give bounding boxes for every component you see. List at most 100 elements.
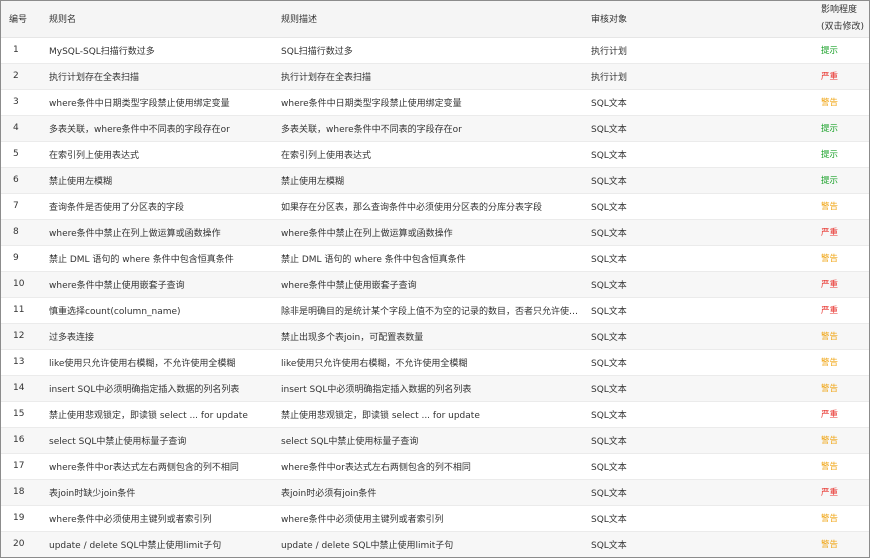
- table-row[interactable]: 5 在索引列上使用表达式 在索引列上使用表达式 SQL文本 提示: [1, 141, 869, 168]
- rule-impact-cell[interactable]: 提示: [813, 37, 869, 64]
- rule-target-cell: SQL文本: [583, 271, 813, 298]
- table-row[interactable]: 18 表join时缺少join条件 表join时必须有join条件 SQL文本 严重: [1, 479, 869, 506]
- rule-impact-cell[interactable]: 提示: [813, 115, 869, 142]
- rule-impact-cell[interactable]: 严重: [813, 401, 869, 428]
- table-row[interactable]: 3 where条件中日期类型字段禁止使用绑定变量 where条件中日期类型字段禁止使…: [1, 89, 869, 116]
- rule-target-cell: SQL文本: [583, 427, 813, 454]
- rule-desc-cell: 禁止使用悲观锁定，即读锁 select ... for update: [273, 401, 583, 428]
- rule-impact-cell[interactable]: 警告: [813, 245, 869, 272]
- rule-impact-cell[interactable]: 警告: [813, 531, 869, 557]
- table-row[interactable]: 9 禁止 DML 语句的 where 条件中包含恒真条件 禁止 DML 语句的 wh…: [1, 245, 869, 272]
- rule-impact-cell[interactable]: 警告: [813, 89, 869, 116]
- rule-impact-cell[interactable]: 提示: [813, 141, 869, 168]
- table-row[interactable]: 15 禁止使用悲观锁定，即读锁 select ... for update 禁止使用…: [1, 401, 869, 428]
- table-row[interactable]: 17 where条件中or表达式左右两侧包含的列不相同 where条件中or表达式左…: [1, 453, 869, 480]
- rule-impact-cell[interactable]: 警告: [813, 453, 869, 480]
- column-header-id[interactable]: 编号: [1, 1, 41, 38]
- rule-target-cell: SQL文本: [583, 323, 813, 350]
- rule-impact-cell[interactable]: 警告: [813, 193, 869, 220]
- impact-header-line2: (双击修改): [821, 21, 865, 32]
- rule-id-cell: 4: [1, 115, 41, 142]
- table-row[interactable]: 16 select SQL中禁止使用标量子查询 select SQL中禁止使用标量子…: [1, 427, 869, 454]
- rule-desc-cell: 禁止 DML 语句的 where 条件中包含恒真条件: [273, 245, 583, 272]
- table-row[interactable]: 20 update / delete SQL中禁止使用limit子句 update …: [1, 531, 869, 557]
- rule-name-cell: update / delete SQL中禁止使用limit子句: [41, 531, 273, 557]
- rule-desc-cell: where条件中or表达式左右两侧包含的列不相同: [273, 453, 583, 480]
- rule-name-cell: select SQL中禁止使用标量子查询: [41, 427, 273, 454]
- table-row[interactable]: 11 慎重选择count(column_name) 除非是明确目的是统计某个字段上值…: [1, 297, 869, 324]
- rule-desc-cell: insert SQL中必须明确指定插入数据的列名列表: [273, 375, 583, 402]
- rule-id-cell: 2: [1, 63, 41, 90]
- column-header-desc[interactable]: 规则描述: [273, 1, 583, 38]
- rule-impact-cell[interactable]: 严重: [813, 271, 869, 298]
- column-header-impact[interactable]: 影响程度 (双击修改): [813, 1, 869, 38]
- rule-id-cell: 6: [1, 167, 41, 194]
- rule-id-cell: 9: [1, 245, 41, 272]
- column-header-name[interactable]: 规则名: [41, 1, 273, 38]
- rule-desc-cell: 除非是明确目的是统计某个字段上值不为空的记录的数目，否者只允许使用 c...: [273, 297, 583, 324]
- table-row[interactable]: 4 多表关联，where条件中不同表的字段存在or 多表关联，where条件中不同表…: [1, 115, 869, 142]
- rule-impact-cell[interactable]: 严重: [813, 219, 869, 246]
- rule-impact-cell[interactable]: 严重: [813, 479, 869, 506]
- rule-desc-cell: where条件中禁止在列上做运算或函数操作: [273, 219, 583, 246]
- rule-id-cell: 18: [1, 479, 41, 506]
- rule-id-cell: 5: [1, 141, 41, 168]
- rule-target-cell: SQL文本: [583, 297, 813, 324]
- rule-target-cell: SQL文本: [583, 505, 813, 532]
- rule-desc-cell: 禁止使用左模糊: [273, 167, 583, 194]
- rule-desc-cell: SQL扫描行数过多: [273, 37, 583, 64]
- rule-name-cell: where条件中禁止在列上做运算或函数操作: [41, 219, 273, 246]
- column-header-target[interactable]: 审核对象: [583, 1, 813, 38]
- rule-name-cell: 过多表连接: [41, 323, 273, 350]
- rules-table-panel: 编号 规则名 规则描述 审核对象 影响程度 (双击修改) 1 MySQL-SQL扫…: [0, 0, 870, 558]
- rule-name-cell: where条件中日期类型字段禁止使用绑定变量: [41, 89, 273, 116]
- rule-target-cell: SQL文本: [583, 245, 813, 272]
- table-row[interactable]: 10 where条件中禁止使用嵌套子查询 where条件中禁止使用嵌套子查询 SQL文…: [1, 271, 869, 298]
- rule-desc-cell: 如果存在分区表，那么查询条件中必须使用分区表的分库分表字段: [273, 193, 583, 220]
- table-row[interactable]: 1 MySQL-SQL扫描行数过多 SQL扫描行数过多 执行计划 提示: [1, 37, 869, 64]
- rule-desc-cell: 多表关联，where条件中不同表的字段存在or: [273, 115, 583, 142]
- rule-target-cell: SQL文本: [583, 453, 813, 480]
- table-row[interactable]: 14 insert SQL中必须明确指定插入数据的列名列表 insert SQL中必…: [1, 375, 869, 402]
- table-row[interactable]: 6 禁止使用左模糊 禁止使用左模糊 SQL文本 提示: [1, 167, 869, 194]
- table-row[interactable]: 7 查询条件是否使用了分区表的字段 如果存在分区表，那么查询条件中必须使用分区表的分…: [1, 193, 869, 220]
- rule-target-cell: SQL文本: [583, 401, 813, 428]
- rule-id-cell: 14: [1, 375, 41, 402]
- rule-name-cell: insert SQL中必须明确指定插入数据的列名列表: [41, 375, 273, 402]
- impact-header-line1: 影响程度: [821, 4, 858, 15]
- rule-name-cell: where条件中or表达式左右两侧包含的列不相同: [41, 453, 273, 480]
- table-row[interactable]: 19 where条件中必须使用主键列或者索引列 where条件中必须使用主键列或者索…: [1, 505, 869, 532]
- rule-desc-cell: update / delete SQL中禁止使用limit子句: [273, 531, 583, 557]
- rule-impact-cell[interactable]: 警告: [813, 375, 869, 402]
- rule-impact-cell[interactable]: 警告: [813, 427, 869, 454]
- rule-target-cell: SQL文本: [583, 89, 813, 116]
- table-row[interactable]: 13 like使用只允许使用右模糊，不允许使用全模糊 like使用只允许使用右模糊，…: [1, 349, 869, 376]
- rule-target-cell: 执行计划: [583, 37, 813, 64]
- table-body: 1 MySQL-SQL扫描行数过多 SQL扫描行数过多 执行计划 提示 2 执行计划存在全表…: [1, 37, 869, 557]
- rule-impact-cell[interactable]: 严重: [813, 297, 869, 324]
- rule-impact-cell[interactable]: 警告: [813, 323, 869, 350]
- rule-target-cell: SQL文本: [583, 531, 813, 557]
- rule-name-cell: where条件中必须使用主键列或者索引列: [41, 505, 273, 532]
- rule-desc-cell: 表join时必须有join条件: [273, 479, 583, 506]
- rule-id-cell: 19: [1, 505, 41, 532]
- rule-desc-cell: where条件中必须使用主键列或者索引列: [273, 505, 583, 532]
- table-row[interactable]: 8 where条件中禁止在列上做运算或函数操作 where条件中禁止在列上做运算或函…: [1, 219, 869, 246]
- rule-target-cell: SQL文本: [583, 349, 813, 376]
- rule-impact-cell[interactable]: 严重: [813, 63, 869, 90]
- rule-impact-cell[interactable]: 警告: [813, 349, 869, 376]
- rule-name-cell: 慎重选择count(column_name): [41, 297, 273, 324]
- rule-desc-cell: where条件中日期类型字段禁止使用绑定变量: [273, 89, 583, 116]
- rule-id-cell: 10: [1, 271, 41, 298]
- rule-impact-cell[interactable]: 警告: [813, 505, 869, 532]
- rule-impact-cell[interactable]: 提示: [813, 167, 869, 194]
- table-row[interactable]: 2 执行计划存在全表扫描 执行计划存在全表扫描 执行计划 严重: [1, 63, 869, 90]
- rule-desc-cell: select SQL中禁止使用标量子查询: [273, 427, 583, 454]
- rule-target-cell: SQL文本: [583, 375, 813, 402]
- rule-target-cell: SQL文本: [583, 141, 813, 168]
- rule-id-cell: 20: [1, 531, 41, 557]
- table-header-row: 编号 规则名 规则描述 审核对象 影响程度 (双击修改): [1, 1, 869, 38]
- rule-id-cell: 13: [1, 349, 41, 376]
- rule-id-cell: 3: [1, 89, 41, 116]
- table-row[interactable]: 12 过多表连接 禁止出现多个表join，可配置表数量 SQL文本 警告: [1, 323, 869, 350]
